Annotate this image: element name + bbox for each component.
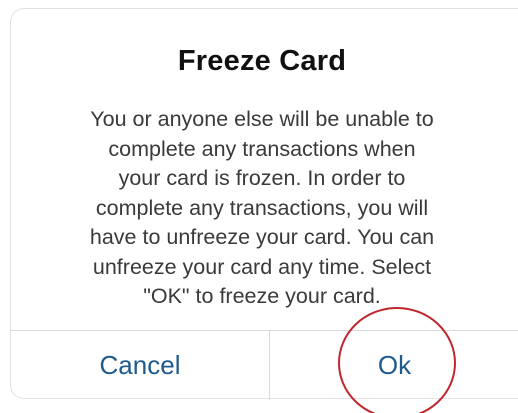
- dialog-message: You or anyone else will be unable to com…: [11, 105, 513, 312]
- freeze-card-dialog: Freeze Card You or anyone else will be u…: [10, 8, 518, 400]
- screen: Freeze Card You or anyone else will be u…: [0, 0, 518, 413]
- dialog-title: Freeze Card: [177, 45, 347, 77]
- ok-button[interactable]: Ok: [270, 331, 518, 400]
- message-line: unfreeze your card any time. Select: [92, 254, 432, 279]
- message-line: complete any transactions when: [108, 136, 416, 161]
- message-line: have to unfreeze your card. You can: [89, 225, 435, 249]
- cancel-button[interactable]: Cancel: [11, 331, 269, 400]
- message-line: "OK" to freeze your card.: [143, 284, 381, 308]
- message-line: your card is frozen. In order to: [118, 166, 406, 190]
- message-line: complete any transactions, you will: [95, 195, 429, 220]
- message-line: You or anyone else will be unable to: [90, 107, 434, 131]
